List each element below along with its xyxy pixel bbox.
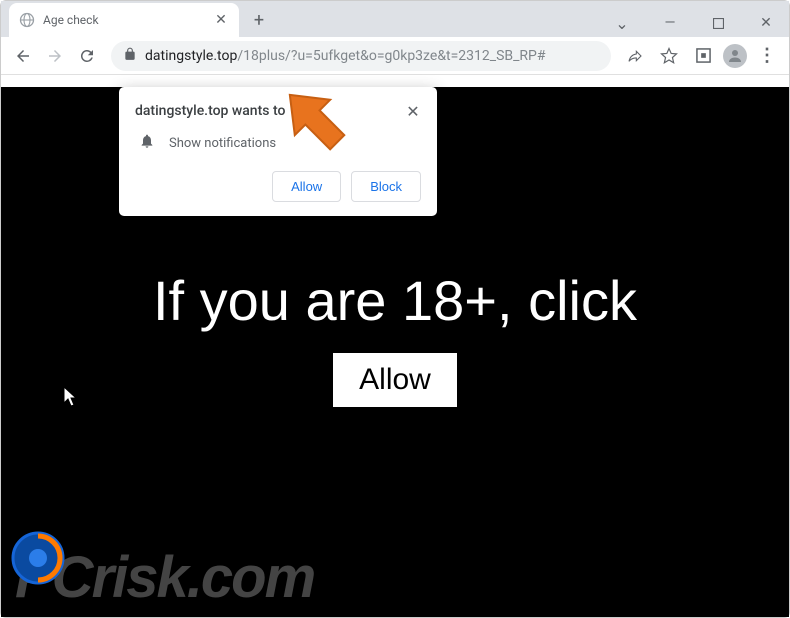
page-heading: If you are 18+, click: [153, 268, 637, 333]
minimize-button[interactable]: —: [655, 11, 685, 35]
back-button[interactable]: [9, 42, 37, 70]
address-bar[interactable]: datingstyle.top/18plus/?u=5ufkget&o=g0kp…: [111, 41, 611, 71]
extensions-icon[interactable]: [689, 42, 717, 70]
bell-icon: [139, 133, 155, 153]
globe-icon: [19, 12, 35, 28]
tab-close-button[interactable]: ✕: [213, 12, 229, 28]
share-icon[interactable]: [621, 42, 649, 70]
notification-permission-popup: datingstyle.top wants to ✕ Show notifica…: [119, 87, 437, 216]
popup-allow-button[interactable]: Allow: [272, 171, 341, 202]
close-window-button[interactable]: ✕: [751, 11, 781, 35]
tab-title: Age check: [43, 13, 205, 27]
popup-title: datingstyle.top wants to: [135, 103, 285, 119]
forward-button[interactable]: [41, 42, 69, 70]
popup-block-button[interactable]: Block: [351, 171, 421, 202]
profile-avatar[interactable]: [723, 44, 747, 68]
tab-search-icon[interactable]: ⌄: [607, 11, 637, 35]
menu-button[interactable]: ⋮: [753, 42, 781, 70]
toolbar: datingstyle.top/18plus/?u=5ufkget&o=g0kp…: [1, 37, 789, 75]
popup-close-button[interactable]: ✕: [405, 103, 421, 119]
bookmark-icon[interactable]: [655, 42, 683, 70]
browser-tab[interactable]: Age check ✕: [9, 3, 239, 37]
new-tab-button[interactable]: +: [245, 6, 273, 34]
allow-button[interactable]: Allow: [333, 353, 457, 407]
reload-button[interactable]: [73, 42, 101, 70]
url-text: datingstyle.top/18plus/?u=5ufkget&o=g0kp…: [145, 48, 599, 64]
popup-permission-text: Show notifications: [169, 136, 276, 151]
lock-icon: [123, 46, 137, 65]
maximize-button[interactable]: [703, 11, 733, 35]
